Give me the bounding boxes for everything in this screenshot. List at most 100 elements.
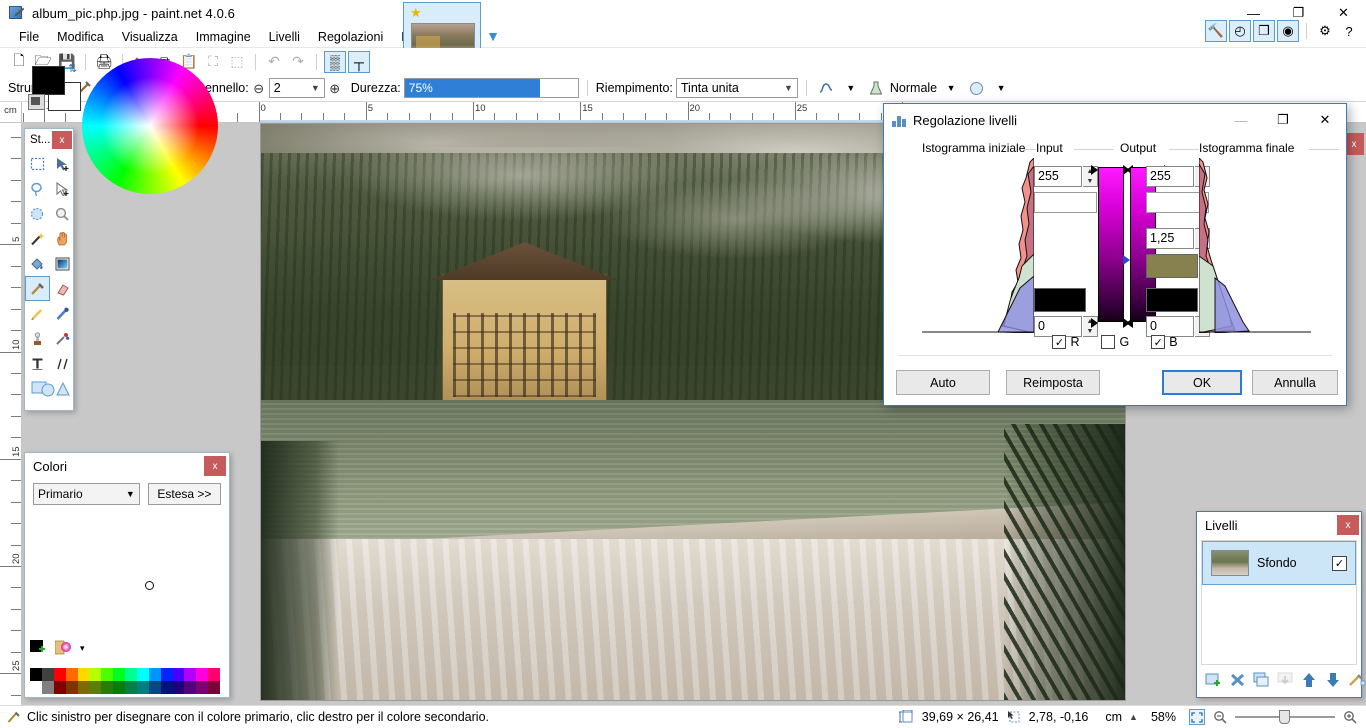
text-tool[interactable] <box>25 351 50 376</box>
tools-window-icon[interactable]: 🔨 <box>1205 20 1227 42</box>
input-high-marker-left-icon[interactable] <box>1091 165 1098 175</box>
swap-colors-icon[interactable]: ⇅ <box>68 62 77 75</box>
zoom-in-icon[interactable] <box>1342 709 1358 725</box>
blend-flask-icon[interactable] <box>865 77 887 99</box>
palette-color[interactable] <box>208 681 220 694</box>
add-color-icon[interactable] <box>30 640 47 656</box>
lasso-select-tool[interactable] <box>25 176 50 201</box>
menu-livelli[interactable]: Livelli <box>260 28 309 46</box>
reset-button[interactable]: Reimposta <box>1006 370 1100 395</box>
gamma-color-swatch[interactable] <box>1146 254 1198 278</box>
ellipse-select-tool[interactable] <box>25 201 50 226</box>
color-palette[interactable] <box>30 668 220 694</box>
grid-icon[interactable]: ▒ <box>324 50 346 73</box>
output-high-marker-left-icon[interactable] <box>1123 165 1130 175</box>
input-high-value[interactable]: 255 <box>1034 166 1082 187</box>
fit-to-window-icon[interactable] <box>1189 709 1205 725</box>
palette-color[interactable] <box>41 668 54 681</box>
channel-b-checkbox[interactable]: ✓ <box>1151 335 1166 349</box>
palette-color[interactable] <box>77 681 90 694</box>
output-low-value[interactable]: 0 <box>1146 316 1194 337</box>
palette-color[interactable] <box>184 668 197 681</box>
zoom-slider[interactable] <box>1235 710 1335 724</box>
brush-width-input[interactable]: 2 ▼ <box>268 78 325 98</box>
gamma-value[interactable]: 1,25 <box>1146 228 1194 249</box>
move-selected-tool[interactable] <box>50 151 75 176</box>
zoom-tool[interactable] <box>50 201 75 226</box>
extended-palette-button[interactable]: Estesa >> <box>147 483 221 505</box>
menu-file[interactable]: File <box>10 28 48 46</box>
input-high-color-swatch[interactable] <box>1034 192 1097 213</box>
brush-width-decrease-button[interactable]: ⊖ <box>252 81 266 95</box>
channel-g-checkbox[interactable] <box>1101 335 1116 349</box>
spin-down-icon[interactable]: ▼ <box>1083 177 1097 187</box>
colors-panel-close-icon[interactable]: x <box>204 456 226 476</box>
unit-dropdown-icon[interactable]: ▲ <box>1129 712 1138 722</box>
magic-wand-tool[interactable] <box>25 226 50 251</box>
ok-button[interactable]: OK <box>1162 370 1242 395</box>
auto-button[interactable]: Auto <box>896 370 990 395</box>
menu-modifica[interactable]: Modifica <box>48 28 113 46</box>
pan-tool[interactable] <box>50 226 75 251</box>
move-layer-down-icon[interactable] <box>1325 672 1342 689</box>
history-window-icon[interactable]: ◴ <box>1229 20 1251 42</box>
input-gradient-bar[interactable] <box>1098 167 1124 322</box>
palette-color[interactable] <box>172 681 185 694</box>
palette-color[interactable] <box>136 668 149 681</box>
output-high-value[interactable]: 255 <box>1146 166 1194 187</box>
palette-color[interactable] <box>125 681 137 694</box>
palette-color[interactable] <box>136 681 149 694</box>
palette-color[interactable] <box>148 681 161 694</box>
eraser-tool[interactable] <box>50 276 75 301</box>
blend-dropdown-icon[interactable]: ▼ <box>940 77 962 99</box>
palette-color[interactable] <box>41 681 54 694</box>
menu-immagine[interactable]: Immagine <box>187 28 260 46</box>
rectangle-select-tool[interactable] <box>25 151 50 176</box>
antialias-icon[interactable] <box>815 77 837 99</box>
layers-panel-close-icon[interactable]: x <box>1337 515 1359 535</box>
layer-row[interactable]: Sfondo ✓ <box>1202 541 1356 585</box>
palette-color[interactable] <box>53 681 66 694</box>
palette-dropdown-icon[interactable]: ▾ <box>80 643 85 654</box>
palette-color[interactable] <box>160 681 173 694</box>
output-low-color-swatch[interactable] <box>1146 288 1198 312</box>
color-wheel-cursor[interactable] <box>145 581 154 590</box>
move-layer-up-icon[interactable] <box>1301 672 1318 689</box>
help-icon[interactable]: ? <box>1338 20 1360 42</box>
layer-properties-icon[interactable] <box>1349 672 1366 689</box>
palette-color[interactable] <box>113 668 125 681</box>
output-gamma-marker-left-icon[interactable] <box>1123 255 1130 265</box>
levels-maximize-button[interactable]: ❐ <box>1262 105 1304 136</box>
palette-color[interactable] <box>65 668 78 681</box>
palette-color[interactable] <box>101 681 114 694</box>
color-wheel[interactable] <box>82 58 218 194</box>
palette-color[interactable] <box>184 681 197 694</box>
palette-color[interactable] <box>148 668 161 681</box>
add-layer-icon[interactable] <box>1205 672 1222 689</box>
palette-color[interactable] <box>172 668 185 681</box>
delete-layer-icon[interactable] <box>1229 672 1246 689</box>
palette-color[interactable] <box>77 668 90 681</box>
color-picker-tool[interactable] <box>50 301 75 326</box>
input-low-color-swatch[interactable] <box>1034 288 1086 312</box>
channel-b[interactable]: ✓ B <box>1151 335 1178 349</box>
menu-visualizza[interactable]: Visualizza <box>113 28 187 46</box>
shapes-tool[interactable] <box>25 376 75 401</box>
move-selection-tool[interactable] <box>50 176 75 201</box>
output-low-marker-left-icon[interactable] <box>1123 318 1130 328</box>
antialias-dropdown-icon[interactable]: ▼ <box>840 77 862 99</box>
redo-icon[interactable]: ↷ <box>287 51 309 73</box>
palette-color[interactable] <box>89 668 102 681</box>
palette-color[interactable] <box>101 668 114 681</box>
layers-window-icon[interactable]: ❐ <box>1253 20 1275 42</box>
menu-regolazioni[interactable]: Regolazioni <box>309 28 392 46</box>
alpha-dropdown-icon[interactable]: ▼ <box>990 77 1012 99</box>
palette-color[interactable] <box>196 668 209 681</box>
colors-window-icon[interactable]: ◉ <box>1277 20 1299 42</box>
clone-stamp-tool[interactable] <box>25 326 50 351</box>
tools-panel-close-icon[interactable]: x <box>52 131 72 149</box>
palette-color[interactable] <box>196 681 209 694</box>
new-icon[interactable]: 🗋 <box>8 51 30 73</box>
palette-color[interactable] <box>65 681 78 694</box>
duplicate-layer-icon[interactable] <box>1253 672 1270 689</box>
